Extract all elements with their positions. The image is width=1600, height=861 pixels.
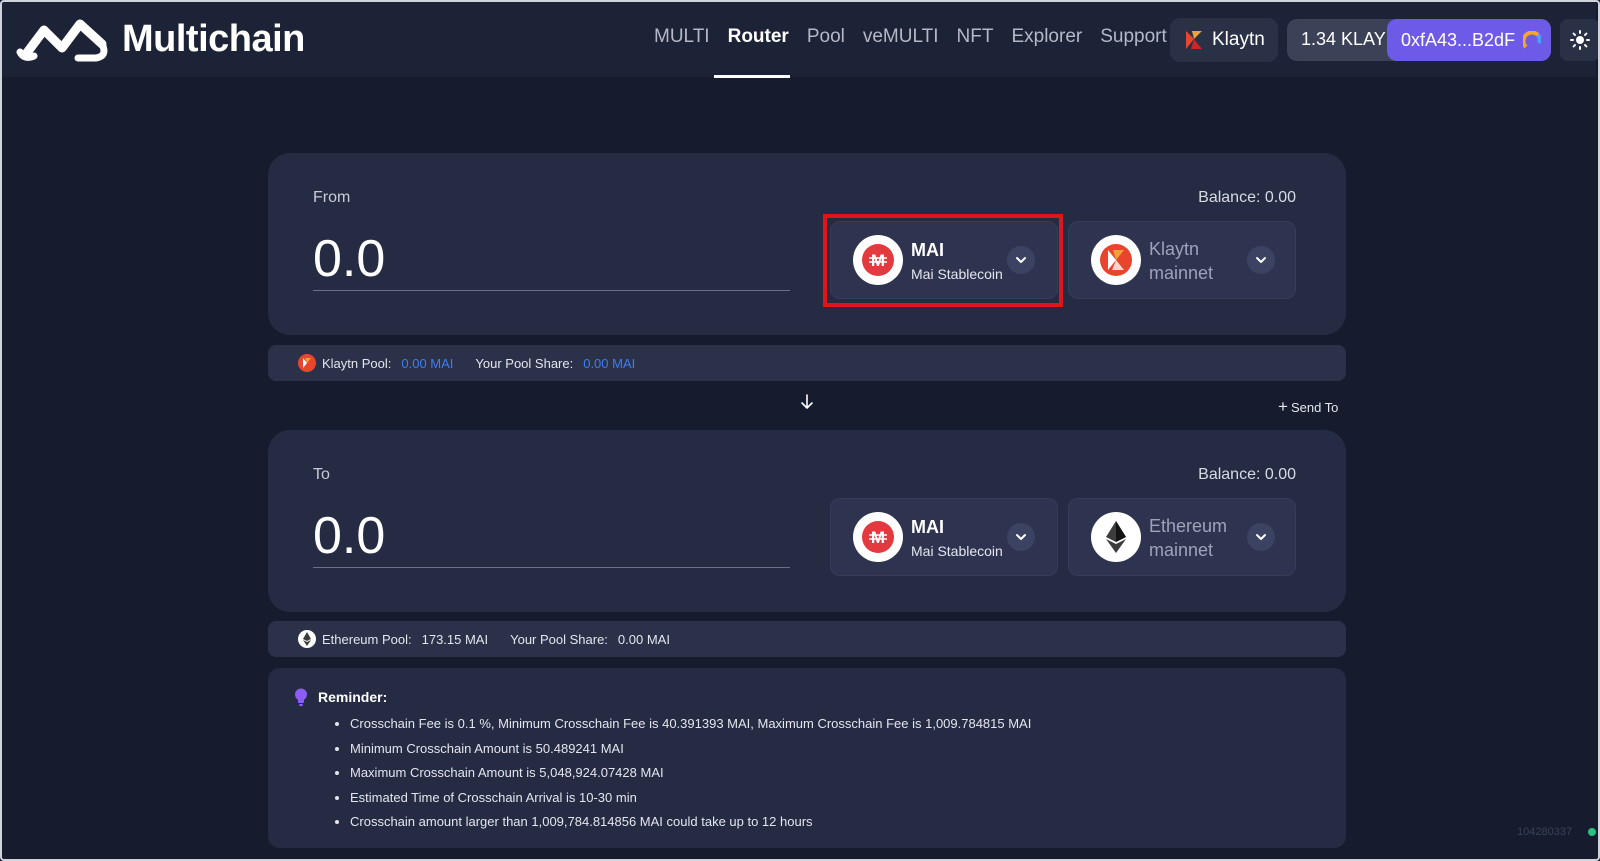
chevron-down-icon [1247, 523, 1275, 551]
chevron-down-icon [1247, 246, 1275, 274]
to-pool-value: 173.15 MAI [421, 631, 489, 647]
from-share-label: Your Pool Share: [475, 355, 574, 371]
to-amount-output: 0.0 [313, 508, 790, 568]
reminder-item: Crosschain Fee is 0.1 %, Minimum Crossch… [350, 712, 1031, 737]
from-pool-label: Klaytn Pool: [322, 355, 392, 371]
wallet-address-button[interactable]: 0xfA43...B2dF [1387, 19, 1551, 61]
svg-text:M: M [871, 528, 885, 547]
from-label: From [313, 189, 351, 206]
to-token-selector[interactable]: M MAI Mai Stablecoin [830, 498, 1058, 576]
wallet-avatar-icon [1523, 31, 1542, 49]
reminder-item: Minimum Crosschain Amount is 50.489241 M… [350, 737, 1031, 762]
version-label: 104280337 [1517, 826, 1573, 838]
from-pool-info: Klaytn Pool: 0.00 MAI Your Pool Share: 0… [268, 345, 1346, 381]
to-pool-label: Ethereum Pool: [322, 631, 412, 647]
network-selector-button[interactable]: Klaytn [1170, 18, 1278, 62]
active-tab-underline [714, 75, 790, 78]
send-to-label: Send To [1290, 399, 1339, 415]
swap-direction-button[interactable] [800, 394, 814, 415]
chevron-down-icon [1007, 246, 1035, 274]
theme-toggle-button[interactable] [1560, 19, 1600, 61]
from-amount-input[interactable]: 0.0 [313, 231, 790, 291]
to-chain-name: Ethereum mainnet [1149, 514, 1227, 562]
from-token-symbol: MAI [911, 240, 944, 260]
reminder-heading: Reminder: [294, 688, 387, 706]
network-name: Klaytn [1212, 29, 1265, 50]
to-share-value: 0.00 MAI [617, 631, 670, 647]
to-token-symbol: MAI [911, 517, 944, 537]
reminder-item: Estimated Time of Crosschain Arrival is … [350, 786, 1031, 811]
brand-logo[interactable]: Multichain [16, 14, 305, 64]
to-panel: To Balance: 0.00 0.0 M MAI Mai Stablecoi… [268, 430, 1346, 612]
reminder-item: Crosschain amount larger than 1,009,784.… [350, 810, 1031, 835]
chevron-down-icon [1007, 523, 1035, 551]
reminder-list: Crosschain Fee is 0.1 %, Minimum Crossch… [350, 712, 1031, 835]
wallet-balance: 1.34 KLAY [1301, 29, 1386, 49]
wallet-group: 1.34 KLAY 0xfA43...B2dF [1287, 19, 1551, 61]
to-chain-line1: Ethereum [1149, 516, 1228, 536]
from-share-value: 0.00 MAI [583, 355, 636, 371]
from-chain-name: Klaytn mainnet [1149, 237, 1213, 285]
nav-support[interactable]: Support [1100, 26, 1167, 48]
plus-icon: + [1278, 397, 1288, 416]
from-chain-line1: Klaytn [1149, 239, 1200, 259]
klaytn-icon [1091, 235, 1141, 285]
lightbulb-icon [295, 688, 307, 706]
nav-vemulti[interactable]: veMULTI [863, 26, 939, 48]
from-balance: Balance: 0.00 [1198, 189, 1296, 206]
mai-token-icon: M [853, 235, 903, 285]
from-panel: From Balance: 0.00 0.0 M MAI Mai Stablec… [268, 153, 1346, 335]
svg-text:M: M [871, 251, 885, 270]
to-balance: Balance: 0.00 [1198, 466, 1296, 483]
connection-status-dot [1588, 828, 1596, 836]
from-pool-value: 0.00 MAI [401, 355, 454, 371]
to-chain-line2: mainnet [1149, 540, 1214, 560]
to-label: To [313, 466, 330, 483]
nav-pool[interactable]: Pool [807, 26, 845, 48]
klaytn-icon [298, 354, 316, 372]
multichain-logo-icon [16, 19, 108, 62]
nav-multi[interactable]: MULTI [654, 26, 710, 48]
main-nav: MULTI Router Pool veMULTI NFT Explorer S… [654, 26, 1185, 48]
nav-explorer[interactable]: Explorer [1011, 26, 1082, 48]
reminder-panel: Reminder: Crosschain Fee is 0.1 %, Minim… [268, 668, 1346, 848]
ethereum-icon [298, 630, 316, 648]
reminder-item: Maximum Crosschain Amount is 5,048,924.0… [350, 761, 1031, 786]
brand-name: Multichain [122, 17, 305, 60]
send-to-button[interactable]: + Send To [1278, 397, 1338, 417]
nav-nft[interactable]: NFT [957, 26, 994, 48]
mai-token-icon: M [853, 512, 903, 562]
sun-icon [1570, 30, 1590, 50]
top-nav-bar: Multichain MULTI Router Pool veMULTI NFT… [2, 2, 1600, 78]
from-token-name: Mai Stablecoin [911, 266, 1003, 282]
wallet-address: 0xfA43...B2dF [1401, 29, 1516, 50]
arrow-down-icon [801, 394, 813, 409]
reminder-title: Reminder: [318, 689, 388, 705]
from-chain-selector[interactable]: Klaytn mainnet [1068, 221, 1296, 299]
from-chain-line2: mainnet [1149, 263, 1214, 283]
nav-router[interactable]: Router [728, 26, 789, 48]
to-pool-info: Ethereum Pool: 173.15 MAI Your Pool Shar… [268, 621, 1346, 657]
from-token-selector[interactable]: M MAI Mai Stablecoin [830, 221, 1058, 299]
to-token-name: Mai Stablecoin [911, 543, 1003, 559]
to-share-label: Your Pool Share: [510, 631, 608, 647]
klaytn-icon [1186, 31, 1202, 49]
ethereum-icon [1091, 512, 1141, 562]
to-chain-selector[interactable]: Ethereum mainnet [1068, 498, 1296, 576]
